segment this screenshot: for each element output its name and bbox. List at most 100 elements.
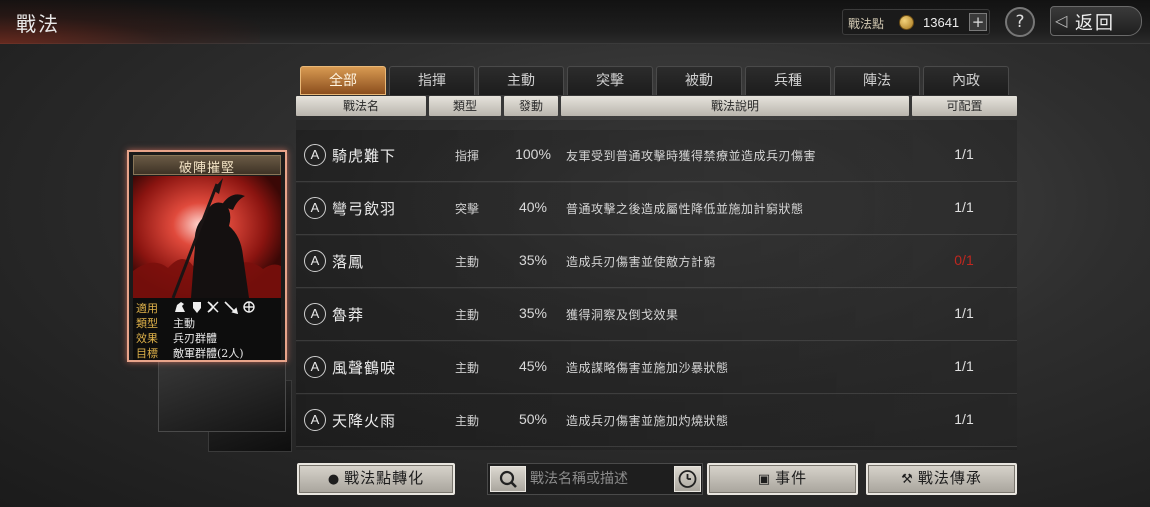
grade-badge: A xyxy=(304,356,326,378)
column-header-name[interactable]: 戰法名 xyxy=(296,96,426,116)
card-info-panel: 適用 類型 主動 效果 兵刃群體 目標 敵軍群體(2人) xyxy=(133,298,281,360)
target-value: 敵軍群體(2人) xyxy=(173,347,244,360)
coin-icon xyxy=(899,15,914,30)
tab-command[interactable]: 指揮 xyxy=(389,66,475,95)
back-label: 返回 xyxy=(1075,13,1115,34)
table-row[interactable]: A 騎虎難下 指揮 100% 友軍受到普通攻擊時獲得禁療並造成兵刃傷害 1/1 xyxy=(296,130,1017,182)
tactic-type: 主動 xyxy=(454,414,479,428)
help-button[interactable]: ? xyxy=(1005,7,1035,37)
table-row[interactable]: A 彎弓飲羽 突擊 40% 普通攻擊之後造成屬性降低並施加計窮狀態 1/1 xyxy=(296,183,1017,235)
convert-points-button[interactable]: ● 戰法點轉化 xyxy=(297,463,455,495)
inherit-button[interactable]: ⚒ 戰法傳承 xyxy=(866,463,1017,495)
tactic-name: 魯莽 xyxy=(332,306,365,324)
tab-active[interactable]: 主動 xyxy=(478,66,564,95)
table-row[interactable]: A 天降火雨 主動 50% 造成兵刃傷害並施加灼燒狀態 1/1 xyxy=(296,395,1017,447)
flame-icon: ● xyxy=(327,472,341,487)
tactic-name: 風聲鶴唳 xyxy=(332,359,397,377)
applies-label: 適用 xyxy=(136,302,158,315)
selected-tactic-card[interactable]: 破陣摧堅 適用 類型 主動 效果 兵刃群體 目標 敵軍群體(2人) xyxy=(127,150,287,362)
wheel-icon xyxy=(243,301,255,313)
tactic-avail: 1/1 xyxy=(954,146,974,162)
card-title: 破陣摧堅 xyxy=(178,161,235,176)
back-button[interactable]: ◁ 返回 xyxy=(1050,6,1142,36)
card-title-bar: 破陣摧堅 xyxy=(133,155,281,176)
tactic-desc: 普通攻擊之後造成屬性降低並施加計窮狀態 xyxy=(566,202,804,216)
tab-troop[interactable]: 兵種 xyxy=(745,66,831,95)
tactic-name: 騎虎難下 xyxy=(332,147,397,165)
target-label: 目標 xyxy=(136,347,158,360)
type-label: 類型 xyxy=(136,317,158,330)
table-row[interactable]: A 風聲鶴唳 主動 45% 造成謀略傷害並施加沙暴狀態 1/1 xyxy=(296,342,1017,394)
table-row[interactable]: A 魯莽 主動 35% 獲得洞察及倒戈效果 1/1 xyxy=(296,289,1017,341)
spear-icon xyxy=(224,301,239,315)
effect-value: 兵刃群體 xyxy=(173,332,217,345)
tab-internal[interactable]: 內政 xyxy=(923,66,1009,95)
tactic-desc: 友軍受到普通攻擊時獲得禁療並造成兵刃傷害 xyxy=(566,149,817,163)
tactic-type: 主動 xyxy=(454,308,479,322)
tactic-rate: 35% xyxy=(518,305,548,321)
tactic-avail: 0/1 xyxy=(954,252,974,268)
tactic-type: 突擊 xyxy=(454,202,479,216)
tactic-avail: 1/1 xyxy=(954,199,974,215)
grade-badge: A xyxy=(304,144,326,166)
tactics-table: A 騎虎難下 指揮 100% 友軍受到普通攻擊時獲得禁療並造成兵刃傷害 1/1 … xyxy=(296,120,1017,450)
event-label: 事件 xyxy=(775,469,808,487)
bow-icon xyxy=(207,301,219,313)
cavalry-icon xyxy=(175,302,185,312)
tactic-type: 指揮 xyxy=(454,149,479,163)
tactic-rate: 100% xyxy=(515,146,551,162)
tab-assault[interactable]: 突擊 xyxy=(567,66,653,95)
tactic-desc: 造成兵刃傷害並使敵方計窮 xyxy=(566,255,717,269)
tactic-desc: 造成謀略傷害並施加沙暴狀態 xyxy=(566,361,729,375)
shield-icon xyxy=(193,302,201,313)
event-button[interactable]: ▣ 事件 xyxy=(707,463,858,495)
tactic-rate: 40% xyxy=(518,199,548,215)
top-bar: 戰法 戰法點 13641 + ? ◁ 返回 xyxy=(0,0,1150,44)
table-row[interactable]: A 落鳳 主動 35% 造成兵刃傷害並使敵方計窮 0/1 xyxy=(296,236,1017,288)
add-points-button[interactable]: + xyxy=(969,13,987,31)
tactic-rate: 35% xyxy=(518,252,548,268)
column-header-rate[interactable]: 發動 xyxy=(504,96,558,116)
column-header-desc: 戰法說明 xyxy=(561,96,909,116)
convert-points-label: 戰法點轉化 xyxy=(344,469,425,487)
effect-label: 效果 xyxy=(136,332,158,345)
back-arrow-icon: ◁ xyxy=(1055,11,1068,30)
search-input[interactable] xyxy=(530,467,670,491)
event-icon: ▣ xyxy=(757,472,772,487)
tab-passive[interactable]: 被動 xyxy=(656,66,742,95)
tactic-name: 天降火雨 xyxy=(332,412,397,430)
hammer-icon: ⚒ xyxy=(901,472,914,487)
search-bar xyxy=(487,463,703,495)
tab-all[interactable]: 全部 xyxy=(300,66,386,95)
stacked-card-back xyxy=(158,352,286,432)
table-header: 戰法名 類型 發動 戰法說明 可配置 xyxy=(296,96,1017,116)
tactic-avail: 1/1 xyxy=(954,411,974,427)
tactic-points-value: 13641 xyxy=(923,15,960,30)
tactic-avail: 1/1 xyxy=(954,305,974,321)
history-button[interactable] xyxy=(674,466,701,492)
grade-badge: A xyxy=(304,303,326,325)
clock-icon xyxy=(678,470,697,488)
tactic-rate: 45% xyxy=(518,358,548,374)
tactic-rate: 50% xyxy=(518,411,548,427)
inherit-label: 戰法傳承 xyxy=(917,469,982,487)
grade-badge: A xyxy=(304,197,326,219)
tactic-name: 彎弓飲羽 xyxy=(332,200,397,218)
tactic-name: 落鳳 xyxy=(332,253,365,271)
tab-formation[interactable]: 陣法 xyxy=(834,66,920,95)
tactic-avail: 1/1 xyxy=(954,358,974,374)
card-art-warrior xyxy=(133,176,281,298)
column-header-avail[interactable]: 可配置 xyxy=(912,96,1017,116)
search-button[interactable] xyxy=(490,466,526,492)
page-title: 戰法 xyxy=(16,12,60,36)
tactic-points-display: 戰法點 13641 + xyxy=(842,9,990,35)
tactic-points-label: 戰法點 xyxy=(848,17,885,31)
column-header-type[interactable]: 類型 xyxy=(429,96,501,116)
tactic-type: 主動 xyxy=(454,361,479,375)
search-icon xyxy=(499,470,517,488)
tactic-desc: 獲得洞察及倒戈效果 xyxy=(566,308,679,322)
grade-badge: A xyxy=(304,409,326,431)
grade-badge: A xyxy=(304,250,326,272)
type-value: 主動 xyxy=(173,317,195,330)
tactic-desc: 造成兵刃傷害並施加灼燒狀態 xyxy=(566,414,729,428)
